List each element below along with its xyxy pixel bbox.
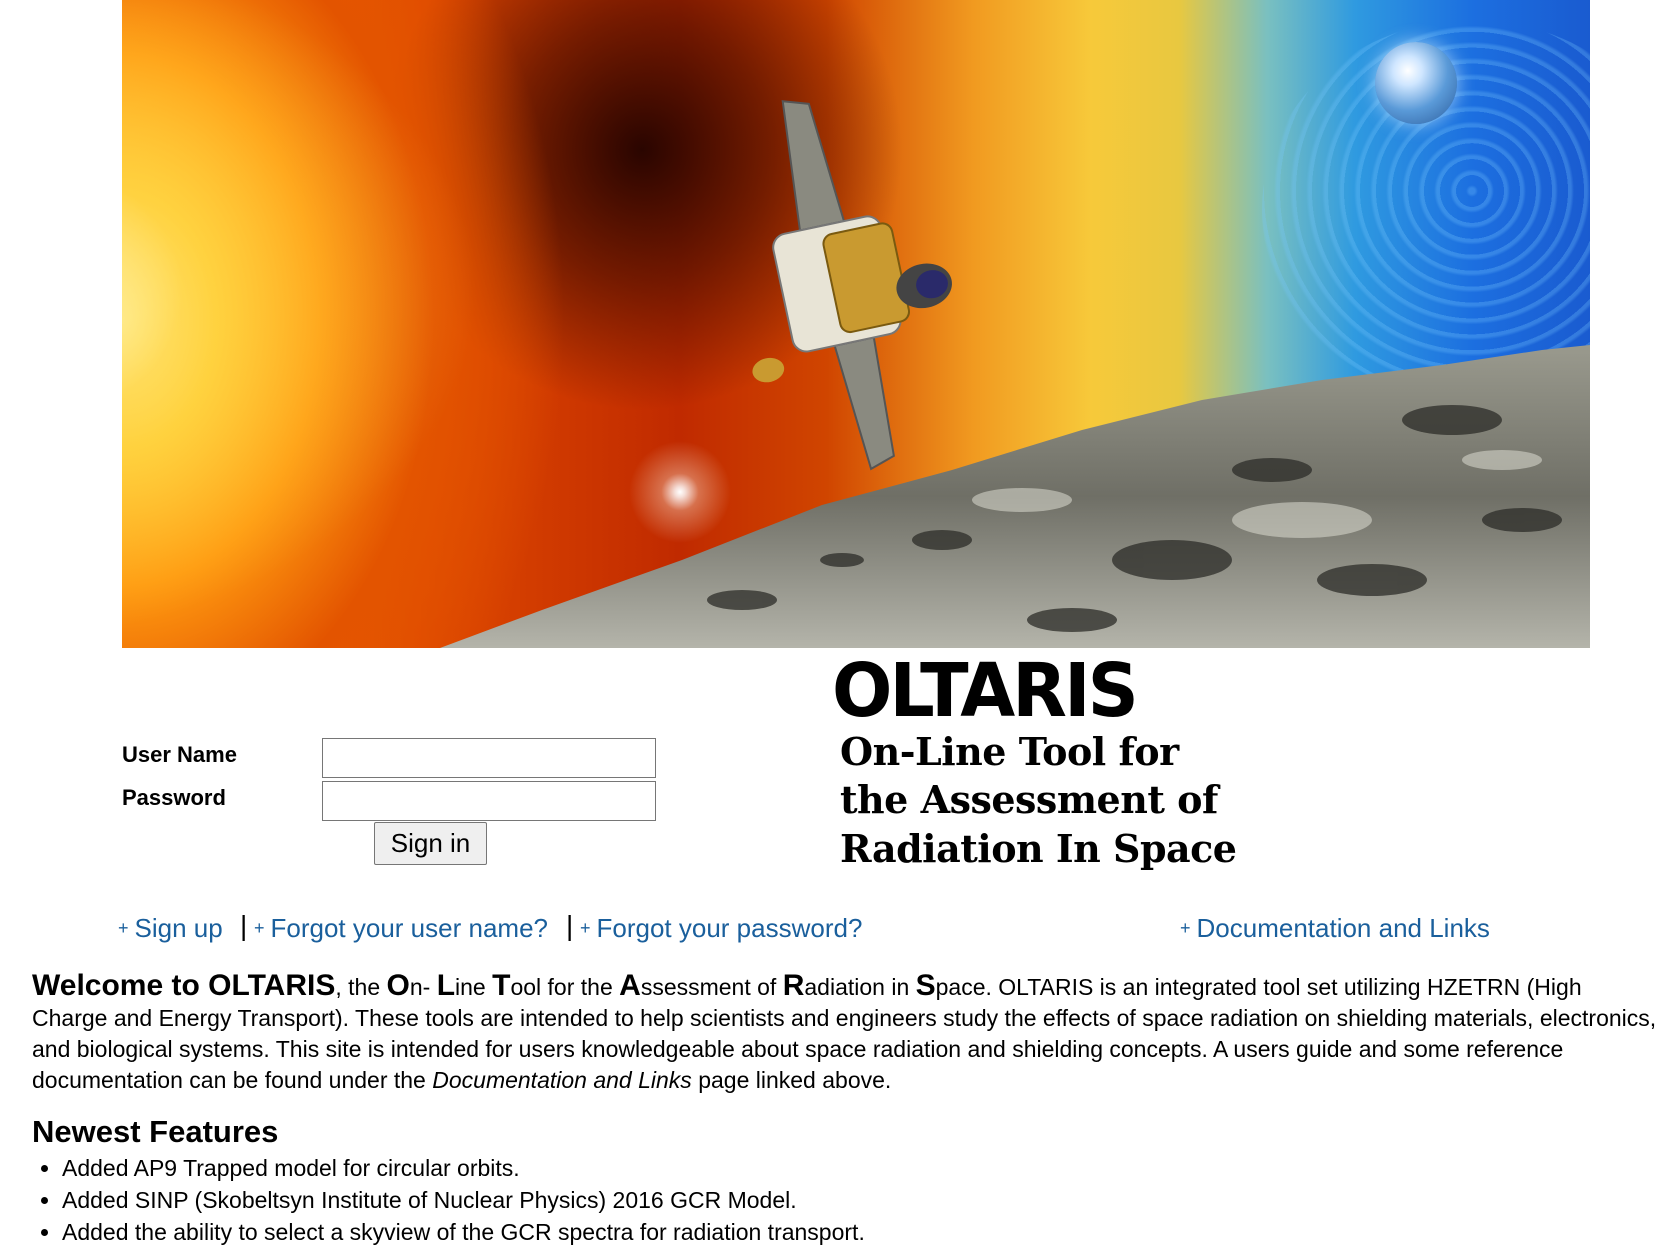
welcome-text: , the: [335, 974, 387, 1000]
welcome-text: n-: [409, 974, 437, 1000]
acronym-letter: A: [619, 969, 641, 1002]
forgot-password-link-label: Forgot your password?: [596, 913, 863, 943]
welcome-text: adiation in: [804, 974, 916, 1000]
logo-subtitle-line-1: On-Line Tool for: [840, 729, 1179, 774]
link-separator: |: [566, 910, 574, 941]
oltaris-logo-title: OLTARIS: [832, 648, 1139, 734]
sign-up-link[interactable]: + Sign up: [118, 912, 223, 947]
plus-icon: +: [1180, 918, 1191, 938]
documentation-links-link-label: Documentation and Links: [1196, 913, 1490, 943]
feature-item: Added SINP (Skobeltsyn Institute of Nucl…: [62, 1184, 1662, 1216]
welcome-paragraph: Welcome to OLTARIS, the On- Line Tool fo…: [32, 970, 1662, 1096]
welcome-text: page linked above.: [691, 1067, 892, 1093]
password-label: Password: [122, 785, 226, 810]
forgot-username-link-label: Forgot your user name?: [270, 913, 548, 943]
welcome-lead: Welcome to OLTARIS: [32, 969, 336, 1002]
acronym-letter: S: [915, 969, 936, 1002]
welcome-text: ine: [455, 974, 493, 1000]
feature-item: Added the ability to select a skyview of…: [62, 1216, 1662, 1248]
documentation-links-link[interactable]: + Documentation and Links: [1180, 912, 1490, 947]
username-input[interactable]: [322, 738, 656, 778]
newest-features-heading: Newest Features: [32, 1114, 279, 1149]
acronym-letter: T: [492, 969, 511, 1002]
plus-icon: +: [254, 918, 265, 938]
plus-icon: +: [580, 918, 591, 938]
sign-up-link-label: Sign up: [134, 913, 223, 943]
acronym-letter: R: [782, 969, 805, 1002]
welcome-text: ssessment of: [640, 974, 783, 1000]
welcome-text: ool for the: [510, 974, 620, 1000]
feature-item: Added AP9 Trapped model for circular orb…: [62, 1152, 1662, 1184]
acronym-letter: O: [386, 969, 410, 1002]
features-list: Added AP9 Trapped model for circular orb…: [32, 1152, 1662, 1248]
forgot-username-link[interactable]: + Forgot your user name?: [254, 912, 548, 947]
forgot-password-link[interactable]: + Forgot your password?: [580, 912, 862, 947]
logo-subtitle-line-3: Radiation In Space: [840, 826, 1237, 871]
password-input[interactable]: [322, 781, 656, 821]
logo-subtitle-line-2: the Assessment of: [840, 777, 1218, 822]
link-separator: |: [240, 910, 248, 941]
acronym-letter: L: [436, 969, 456, 1002]
plus-icon: +: [118, 918, 129, 938]
spacecraft-illustration: [752, 100, 952, 471]
header-banner-image: [122, 0, 1590, 648]
sign-in-button[interactable]: Sign in: [374, 822, 487, 865]
documentation-reference: Documentation and Links: [432, 1067, 692, 1093]
username-label: User Name: [122, 742, 237, 767]
